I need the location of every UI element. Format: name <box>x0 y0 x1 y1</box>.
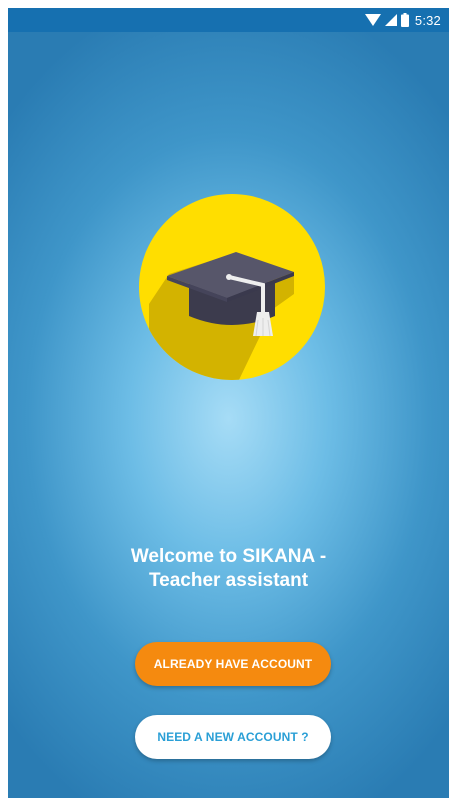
need-new-account-button[interactable]: NEED A NEW ACCOUNT ? <box>135 715 331 759</box>
status-bar: 5:32 <box>8 8 449 32</box>
cell-signal-icon <box>384 14 397 26</box>
status-time: 5:32 <box>414 12 441 28</box>
wifi-icon <box>364 14 381 26</box>
app-screen: 5:32 Welcome to SIKANA - Teacher assista… <box>8 8 449 798</box>
already-have-account-button[interactable]: ALREADY HAVE ACCOUNT <box>135 642 331 686</box>
app-logo <box>139 194 325 380</box>
welcome-heading: Welcome to SIKANA - Teacher assistant <box>130 546 327 591</box>
battery-icon <box>400 13 409 27</box>
graduation-cap-icon <box>139 194 325 380</box>
